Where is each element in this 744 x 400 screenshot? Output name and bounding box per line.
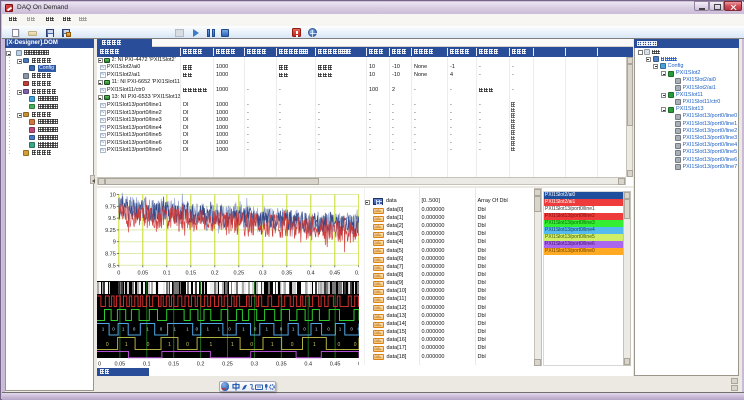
svg-text:1: 1 — [125, 342, 128, 348]
svg-text:10: 10 — [110, 192, 116, 198]
svg-text:1: 1 — [210, 342, 213, 348]
svg-text:0.25: 0.25 — [222, 362, 233, 368]
svg-text:0.45: 0.45 — [329, 270, 340, 276]
svg-text:0.45: 0.45 — [330, 362, 341, 368]
svg-text:0.35: 0.35 — [281, 270, 292, 276]
svg-text:1: 1 — [271, 342, 274, 348]
svg-text:0.4: 0.4 — [304, 362, 312, 368]
svg-text:0.3: 0.3 — [251, 362, 259, 368]
svg-text:0: 0 — [147, 342, 150, 348]
svg-text:0: 0 — [354, 342, 357, 348]
svg-text:0.2: 0.2 — [197, 362, 205, 368]
svg-text:0.15: 0.15 — [185, 270, 196, 276]
svg-text:0.15: 0.15 — [168, 362, 179, 368]
svg-text:0.5: 0.5 — [358, 362, 359, 368]
svg-text:1: 1 — [168, 342, 171, 348]
svg-text:9.5: 9.5 — [108, 216, 116, 222]
svg-text:1: 1 — [231, 342, 234, 348]
svg-text:0.3: 0.3 — [259, 270, 267, 276]
svg-text:0.25: 0.25 — [233, 270, 244, 276]
svg-text:0.5: 0.5 — [355, 270, 359, 276]
svg-text:0: 0 — [291, 342, 294, 348]
svg-text:0.05: 0.05 — [137, 270, 148, 276]
svg-text:0.35: 0.35 — [276, 362, 287, 368]
svg-text:0.4: 0.4 — [307, 270, 315, 276]
svg-text:0: 0 — [338, 342, 341, 348]
svg-text:9: 9 — [113, 239, 116, 245]
svg-text:0.1: 0.1 — [163, 270, 171, 276]
svg-text:0: 0 — [186, 342, 189, 348]
svg-text:9.75: 9.75 — [105, 204, 116, 210]
svg-text:9.25: 9.25 — [105, 227, 116, 233]
svg-text:1: 1 — [313, 342, 316, 348]
svg-text:0: 0 — [106, 342, 109, 348]
svg-text:8.75: 8.75 — [105, 251, 116, 257]
svg-text:0.2: 0.2 — [211, 270, 219, 276]
svg-text:0: 0 — [117, 270, 120, 276]
svg-text:0: 0 — [250, 342, 253, 348]
svg-text:8.5: 8.5 — [108, 263, 116, 269]
